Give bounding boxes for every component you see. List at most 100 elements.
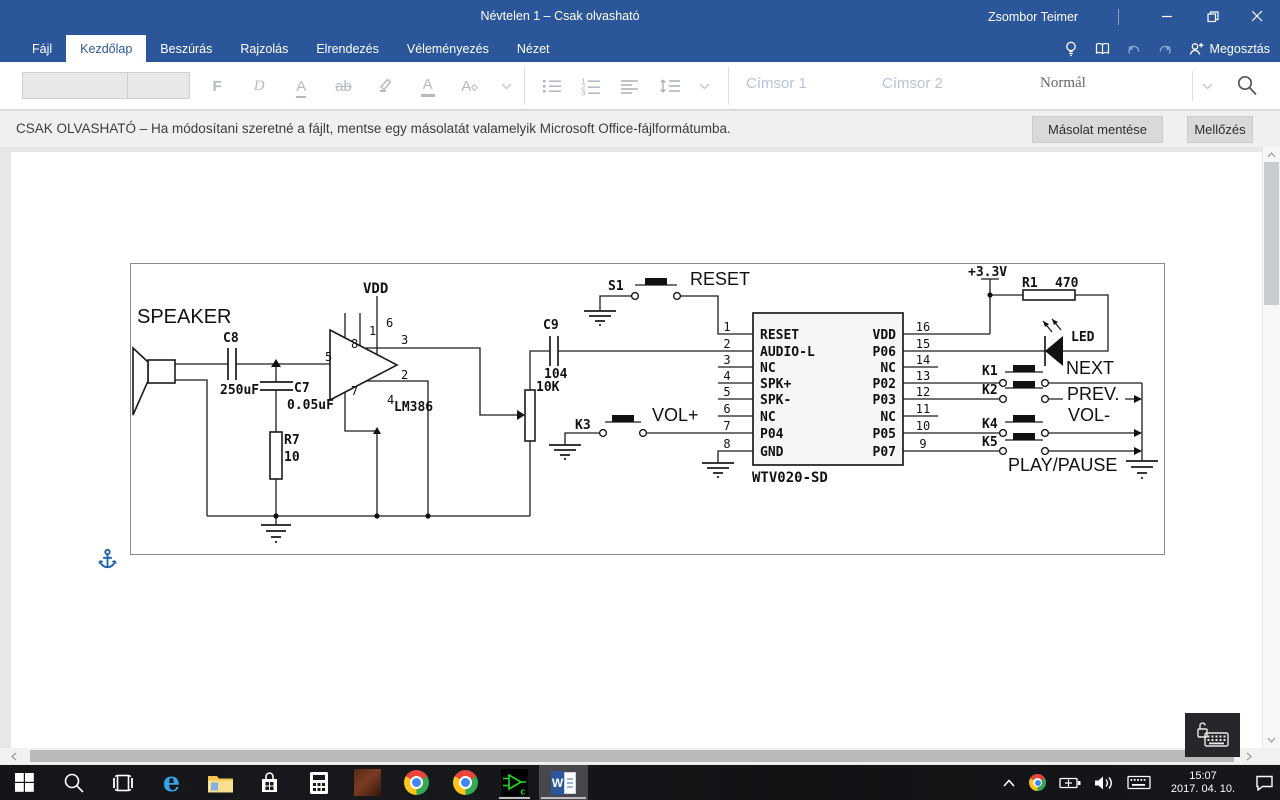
ic-name-p05: P05	[873, 427, 896, 442]
undo-icon[interactable]	[1126, 41, 1142, 56]
store-button[interactable]	[245, 765, 294, 800]
restore-button[interactable]	[1190, 0, 1235, 33]
read-mode-book-icon[interactable]	[1094, 41, 1111, 56]
tray-keyboard-icon[interactable]	[1127, 775, 1151, 790]
opamp-pin2: 2	[401, 368, 408, 382]
chrome-button-2[interactable]	[441, 765, 490, 800]
tray-chrome-icon[interactable]	[1029, 774, 1046, 791]
ic-name-p06: P06	[873, 345, 897, 360]
volume-icon[interactable]	[1094, 775, 1114, 791]
s1-ref: S1	[608, 279, 624, 294]
svg-text:3: 3	[581, 91, 585, 97]
style-normal[interactable]: Normál	[1040, 75, 1086, 92]
battery-icon[interactable]	[1059, 776, 1081, 790]
close-button[interactable]	[1235, 0, 1280, 33]
clock-date: 2017. 04. 10.	[1170, 782, 1236, 795]
underline-button[interactable]: A	[290, 77, 312, 98]
font-name-combobox[interactable]	[23, 73, 128, 98]
task-view-button[interactable]	[98, 765, 147, 800]
game-app-button[interactable]	[343, 765, 392, 800]
word-button[interactable]: W	[539, 765, 588, 800]
chrome-button[interactable]	[392, 765, 441, 800]
scroll-left-button[interactable]	[0, 748, 28, 764]
bullet-list-icon[interactable]	[541, 76, 563, 96]
numbered-list-icon[interactable]: 123	[580, 76, 602, 96]
r7-value: 10	[284, 450, 300, 465]
tab-kezdolap[interactable]: Kezdőlap	[66, 35, 147, 62]
circuit-schematic-image[interactable]: SPEAKER C8 250uF C7 0.05uF R7 10 VDD 5 8…	[130, 263, 1165, 555]
paragraph-group-chevron-icon[interactable]	[699, 83, 710, 90]
tab-nezet[interactable]: Nézet	[503, 35, 564, 62]
strikethrough-button[interactable]: ab	[332, 78, 354, 95]
opamp-name: LM386	[394, 400, 433, 415]
tab-fajl[interactable]: Fájl	[18, 35, 66, 62]
share-person-icon	[1189, 42, 1203, 55]
ic-pin-10: 10	[916, 419, 930, 433]
share-button[interactable]: Megosztás	[1188, 41, 1270, 57]
ic-pin-14: 14	[916, 353, 930, 367]
font-size-combobox[interactable]	[128, 73, 189, 98]
ic-name-nc3: NC	[880, 361, 896, 376]
active-app-indicator	[541, 797, 586, 799]
ic-pin-5: 5	[723, 385, 730, 399]
windows-logo-icon	[15, 773, 34, 792]
ic-pin-3: 3	[723, 353, 730, 367]
c9-ref: C9	[543, 318, 559, 333]
ribbon-toolbar: F D A ab A A 123 Címsor 1 Címsor 2 Normá…	[0, 62, 1280, 110]
line-spacing-icon[interactable]	[658, 76, 682, 96]
scroll-down-button[interactable]	[1262, 733, 1280, 747]
touch-keyboard-popup[interactable]	[1185, 713, 1240, 757]
circuit-app-button[interactable]: c	[490, 765, 539, 800]
tab-elrendezes[interactable]: Elrendezés	[302, 35, 393, 62]
opamp-pin7: 7	[351, 384, 358, 398]
text-effects-button[interactable]: A	[459, 78, 481, 95]
r7-ref: R7	[284, 433, 300, 448]
action-center-icon[interactable]	[1255, 774, 1274, 791]
tray-chevron-up-icon[interactable]	[1002, 778, 1016, 788]
font-color-button[interactable]: A	[417, 76, 439, 97]
align-left-icon[interactable]	[619, 76, 641, 96]
font-group-chevron-icon[interactable]	[501, 83, 512, 90]
edge-button[interactable]: e	[147, 765, 196, 800]
edge-icon: e	[162, 767, 181, 798]
style-cimsor2[interactable]: Címsor 2	[882, 75, 943, 92]
close-icon	[1252, 11, 1263, 22]
styles-chevron-icon[interactable]	[1202, 83, 1213, 90]
tab-beszuras[interactable]: Beszúrás	[146, 35, 226, 62]
highlighter-button[interactable]	[375, 75, 397, 97]
ic-name-gnd: GND	[760, 445, 784, 460]
taskbar-search-button[interactable]	[49, 765, 98, 800]
ic-pin-13: 13	[916, 369, 930, 383]
chevron-down-icon	[1267, 737, 1275, 743]
italic-button[interactable]: D	[248, 78, 270, 95]
start-button[interactable]	[0, 765, 49, 800]
save-copy-button[interactable]: Másolat mentése	[1032, 116, 1163, 143]
signed-in-user[interactable]: Zsombor Teimer	[988, 10, 1078, 24]
scroll-up-button[interactable]	[1262, 148, 1280, 162]
calculator-button[interactable]	[294, 765, 343, 800]
reset-label: RESET	[690, 269, 750, 289]
file-explorer-button[interactable]	[196, 765, 245, 800]
c7-value: 0.05uF	[287, 398, 334, 413]
chrome-icon	[453, 770, 478, 795]
k4-ref: K4	[982, 417, 998, 432]
tab-rajzolas[interactable]: Rajzolás	[226, 35, 302, 62]
dismiss-button[interactable]: Mellőzés	[1187, 116, 1253, 143]
tab-velemenyezes[interactable]: Véleményezés	[393, 35, 503, 62]
horizontal-scroll-thumb[interactable]	[30, 750, 1234, 762]
schematic-border	[130, 263, 1165, 555]
opamp-pin6: 6	[386, 316, 393, 330]
minimize-button[interactable]	[1145, 0, 1190, 33]
opamp-pin1: 1	[369, 324, 376, 338]
ic-pin-12: 12	[916, 385, 930, 399]
font-format-group: F D A ab A A	[196, 66, 522, 106]
title-bar: Névtelen 1 – Csak olvasható Zsombor Teim…	[0, 0, 1280, 35]
redo-icon[interactable]	[1157, 41, 1173, 56]
bold-button[interactable]: F	[206, 78, 228, 95]
search-icon[interactable]	[1236, 74, 1258, 97]
lightbulb-icon[interactable]	[1063, 40, 1079, 57]
vertical-scroll-thumb[interactable]	[1264, 162, 1279, 305]
style-cimsor1[interactable]: Címsor 1	[746, 75, 807, 92]
circuit-app-icon: c	[501, 769, 528, 796]
taskbar-clock[interactable]: 15:07 2017. 04. 10.	[1164, 770, 1242, 796]
